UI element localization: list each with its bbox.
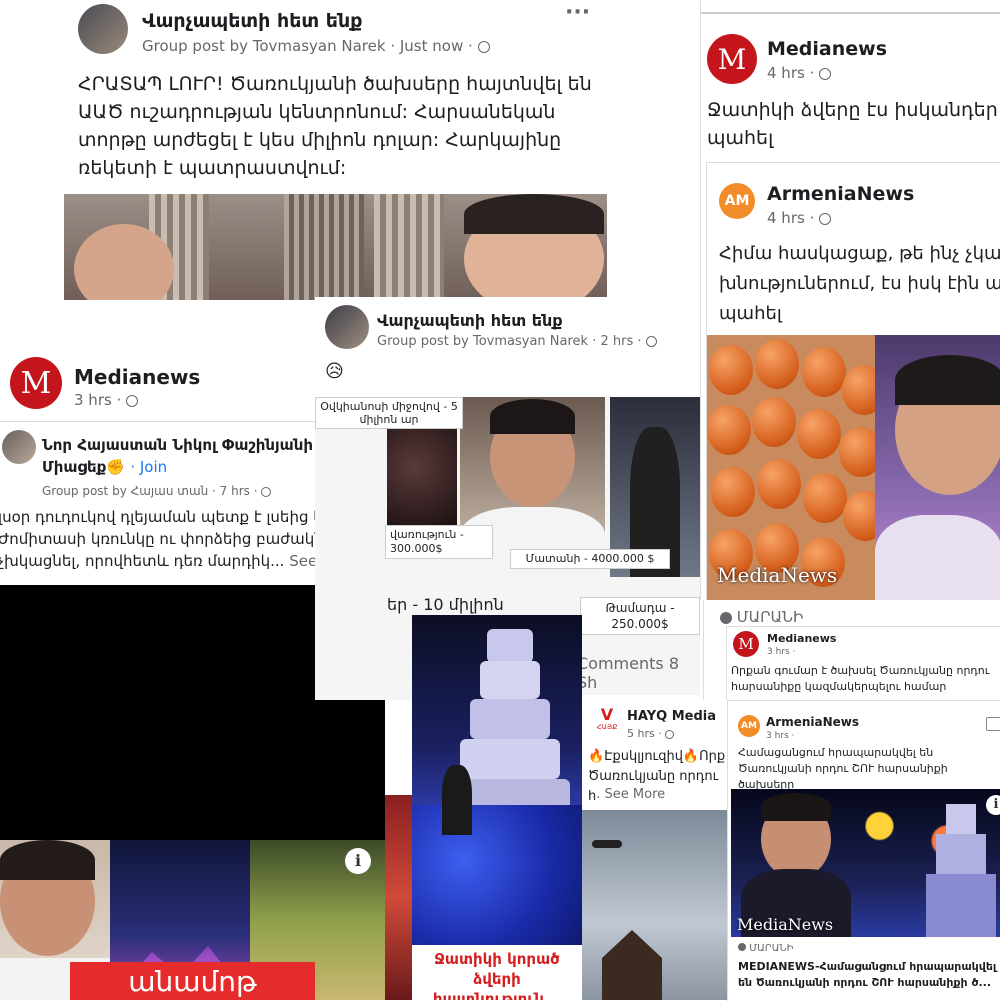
more-options-icon[interactable]: ··· (565, 0, 590, 25)
post-meta: Group post by Tovmasyan Narek · Just now… (142, 37, 490, 55)
collage-photo[interactable]: i անամոթ (0, 840, 385, 1000)
post-text: ՀՐԱՏԱՊ ԼՈՒՐ! Ծառուկյանի ծախսերը հայտնվել… (78, 73, 592, 179)
info-icon[interactable]: i (986, 795, 1000, 815)
badge-icon (738, 943, 746, 951)
post-meta: Group post by Tovmasyan Narek · 2 hrs · (377, 334, 657, 349)
man-photo[interactable] (875, 335, 1000, 600)
see-more-link[interactable]: ... See More (588, 787, 665, 802)
price-label-tamada: Թամադա - 250.000$ (580, 597, 700, 635)
post-card-1: Վարչապետի հետ ենք Group post by Tovmasya… (60, 0, 620, 300)
post-text: լսօր դուդուկով դլեյաման պետք է լսեից կամ… (0, 506, 368, 572)
red-banner: անամոթ (70, 962, 315, 1000)
post-meta: 3 hrs · (767, 647, 796, 657)
globe-icon (819, 212, 832, 225)
eggs-photo[interactable]: MediaNews (707, 335, 877, 600)
cake-photo[interactable] (412, 615, 582, 945)
page-name[interactable]: Medianews (767, 38, 887, 60)
cake-caption: Ջատիկի կորած ձվերի հայտնություն... (412, 945, 582, 1000)
group-avatar[interactable] (78, 4, 128, 54)
post-card-6: AM ArmeniaNews 3 hrs · Համացանցում հրապա… (727, 700, 1000, 1001)
group-avatar[interactable] (2, 430, 36, 464)
comments-count[interactable]: Comments 8 Sh (577, 654, 700, 692)
page-name[interactable]: Medianews (74, 365, 200, 389)
badge: ՄԱՐԱՆԻ (720, 608, 803, 626)
badge-icon (720, 611, 732, 624)
shared-post[interactable]: AM ArmeniaNews 4 hrs · Հիմա հասկացաք, թե… (706, 162, 1000, 600)
watermark: MediaNews (717, 563, 838, 587)
price-label-partial: եր - 10 միլիոն (387, 595, 504, 614)
medianews-logo[interactable]: M (707, 34, 757, 84)
hayq-logo[interactable]: V ՀԱՅՔ (594, 707, 620, 733)
post-card-5: ՄԱՐԱՆԻ M Medianews 3 hrs · Որքան գումար … (703, 600, 1000, 700)
medianews-logo[interactable]: M (10, 357, 62, 409)
price-label-ocean: Օվկիանոսի միջովով - 5 միլիոն ար (315, 397, 463, 429)
link-headline[interactable]: MEDIANEWS-Համացանցում հրապարակվել են Ծառ… (738, 959, 1000, 991)
post-text: Համացանցում հրապարակվել են Ծառուկյանի որ… (738, 746, 948, 791)
post-text: Հիմա հասկացաք, թե ինչ չկար խնություներու… (719, 243, 1000, 324)
group-name[interactable]: Վարչապետի հետ ենք (377, 311, 563, 330)
fireworks-photo[interactable]: i MediaNews (731, 789, 1000, 937)
page-name[interactable]: ArmeniaNews (767, 183, 914, 205)
info-icon[interactable]: i (345, 848, 371, 874)
page-name[interactable]: ArmeniaNews (766, 715, 859, 729)
globe-icon (477, 40, 490, 53)
group-name[interactable]: Վարչապետի հետ ենք (142, 10, 362, 32)
globe-icon (645, 336, 657, 347)
join-link[interactable]: · Join (130, 458, 167, 476)
post-meta: 4 hrs · (767, 209, 832, 227)
post-text: Որքան գումար է ծախսել Ծառուկյանը որդու հ… (731, 664, 990, 693)
sky-photo[interactable] (582, 810, 727, 1000)
side-strip (385, 795, 412, 1000)
post-meta: Group post by Հայաս տան · 7 hrs · (42, 484, 272, 498)
watermark: MediaNews (737, 915, 834, 934)
page-name[interactable]: Medianews (767, 632, 836, 645)
armenianews-logo[interactable]: AM (738, 715, 760, 737)
globe-icon (126, 394, 139, 407)
post-meta: 3 hrs · (74, 391, 139, 409)
price-label-ring: Մատանի - 4000.000 $ (510, 549, 670, 569)
group-avatar[interactable] (325, 305, 369, 349)
globe-icon (819, 67, 832, 80)
page-name[interactable]: HAYQ Media (627, 709, 716, 724)
armenianews-logo[interactable]: AM (719, 183, 755, 219)
post-meta: 3 hrs · (766, 731, 795, 741)
post-photo[interactable] (64, 194, 607, 300)
post-card-7: V ՀԱՅՔ HAYQ Media 5 hrs · 🔥Էքսկլյուզիվ🔥Ո… (582, 695, 727, 1000)
post-meta: 5 hrs · (627, 727, 675, 740)
price-label-fireworks: վառություն - 300.000$ (385, 525, 493, 559)
post-text: Ջատիկի ձվերը էս իսկանդեր պահել (707, 99, 998, 149)
like-icon[interactable] (986, 717, 1000, 731)
medianews-logo[interactable]: M (733, 631, 759, 657)
post-card-2: M Medianews 4 hrs · Ջատիկի ձվերը էս իսկա… (700, 0, 1000, 600)
post-emoji: 😥 (325, 361, 344, 382)
badge: ՄԱՐԱՆԻ (738, 943, 794, 954)
post-meta: 4 hrs · (767, 64, 832, 82)
globe-icon (261, 486, 272, 497)
globe-icon (665, 729, 675, 739)
